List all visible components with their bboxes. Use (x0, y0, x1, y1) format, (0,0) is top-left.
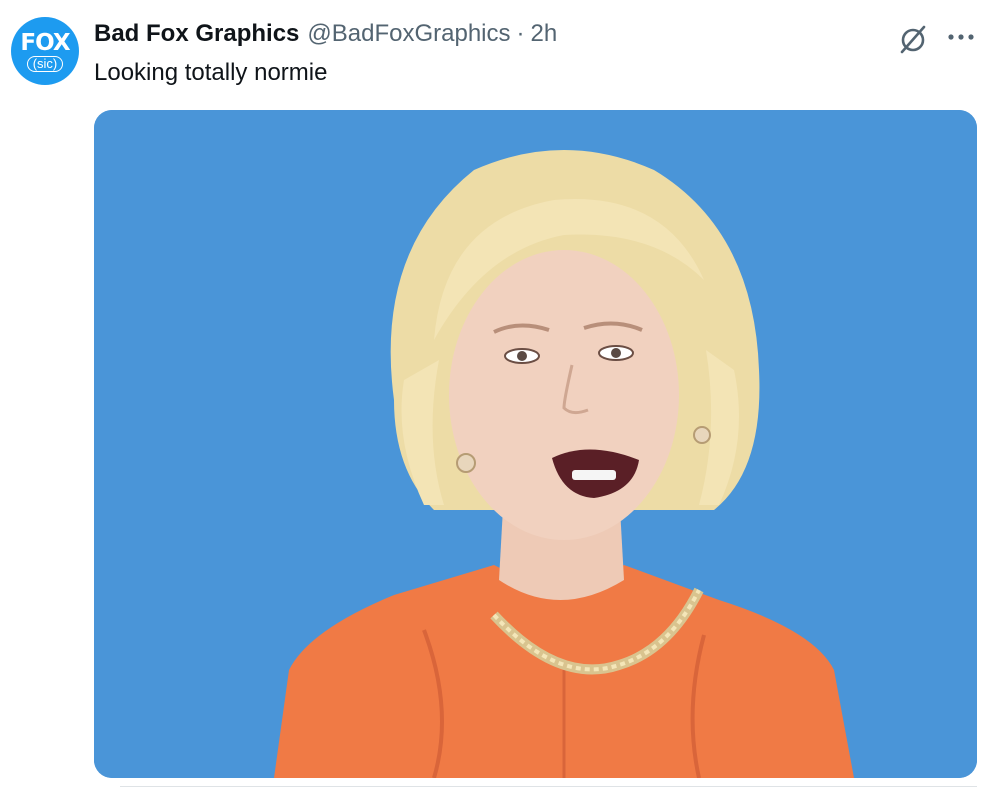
tweet-media-image[interactable] (94, 110, 977, 778)
separator-dot: · (516, 20, 525, 47)
grok-icon[interactable] (896, 22, 930, 56)
user-handle[interactable]: @BadFoxGraphics (307, 20, 510, 48)
more-options-icon[interactable] (944, 22, 978, 52)
avatar-logo-text: FOX (20, 30, 70, 56)
display-name[interactable]: Bad Fox Graphics (94, 20, 299, 48)
avatar[interactable]: FOX (sic) (11, 17, 79, 85)
tweet[interactable]: FOX (sic) Bad Fox Graphics @BadFoxGraphi… (0, 0, 990, 789)
media-illustration (94, 110, 977, 778)
timestamp[interactable]: 2h (531, 20, 558, 48)
next-card-divider (120, 786, 977, 790)
avatar-logo-subtext: (sic) (26, 56, 64, 72)
tweet-text: Looking totally normie (94, 59, 328, 86)
tweet-header: Bad Fox Graphics @BadFoxGraphics · 2h (94, 18, 557, 50)
